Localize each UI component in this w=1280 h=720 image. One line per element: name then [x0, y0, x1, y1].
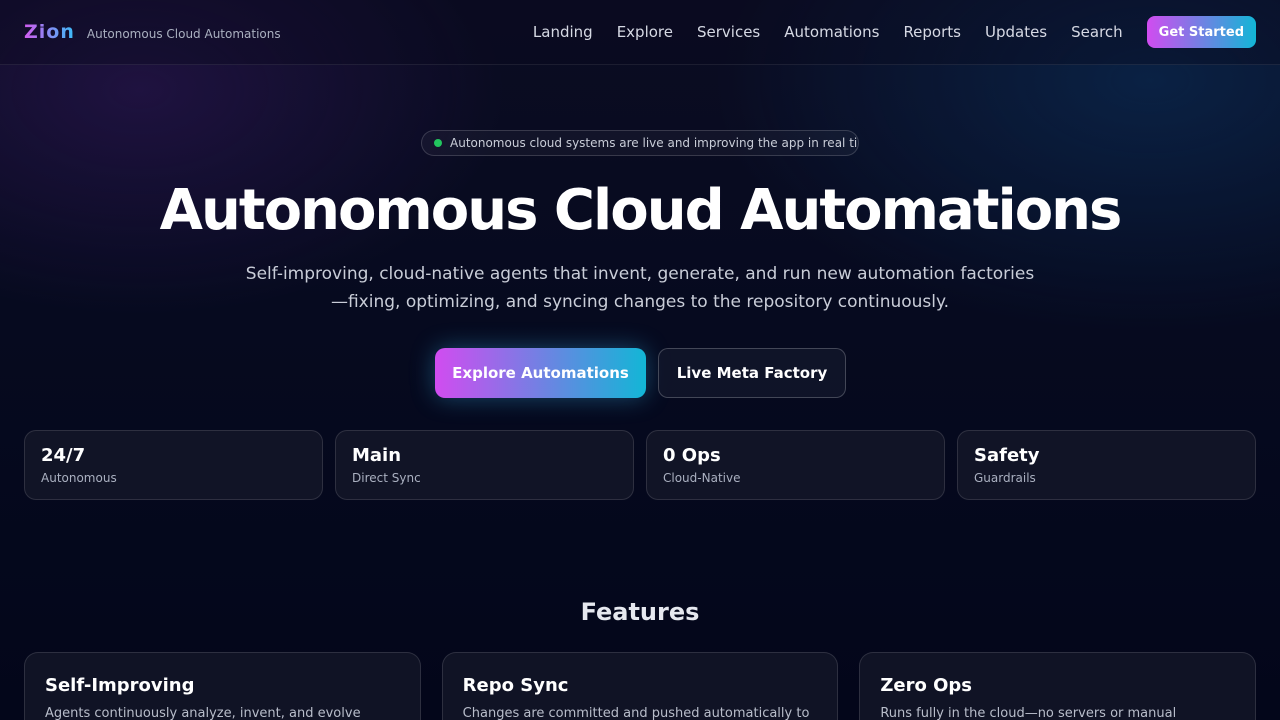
stat-card: 24/7 Autonomous	[24, 430, 323, 500]
top-navigation-bar: Zion Autonomous Cloud Automations Landin…	[0, 0, 1280, 65]
stat-label: Cloud-Native	[663, 471, 741, 485]
stat-card: 0 Ops Cloud-Native	[646, 430, 945, 500]
stat-value: 24/7	[41, 445, 86, 466]
live-status-text: Autonomous cloud systems are live and im…	[450, 136, 859, 150]
feature-description: Runs fully in the cloud—no servers or ma…	[880, 706, 1177, 720]
nav-link-services[interactable]: Services	[697, 23, 760, 41]
stat-label: Autonomous	[41, 471, 117, 485]
feature-title: Zero Ops	[880, 675, 973, 696]
nav-link-reports[interactable]: Reports	[903, 23, 961, 41]
live-meta-factory-button[interactable]: Live Meta Factory	[658, 348, 846, 398]
live-status-dot-icon	[434, 139, 442, 147]
feature-card: Zero Ops Runs fully in the cloud—no serv…	[859, 652, 1257, 720]
logo[interactable]: Zion	[24, 21, 75, 43]
explore-automations-button[interactable]: Explore Automations	[435, 348, 646, 398]
feature-title: Self-Improving	[45, 675, 195, 696]
feature-card: Repo Sync Changes are committed and push…	[441, 652, 839, 720]
feature-title: Repo Sync	[462, 675, 569, 696]
stat-value: Safety	[974, 445, 1040, 466]
nav-link-search[interactable]: Search	[1071, 23, 1123, 41]
feature-description: Changes are committed and pushed automat…	[462, 706, 810, 720]
stat-label: Guardrails	[974, 471, 1036, 485]
nav-link-explore[interactable]: Explore	[617, 23, 673, 41]
nav-link-automations[interactable]: Automations	[784, 23, 879, 41]
feature-card: Self-Improving Agents continuously analy…	[24, 652, 421, 720]
stats-row: 24/7 Autonomous Main Direct Sync 0 Ops C…	[24, 430, 1256, 500]
features-grid: Self-Improving Agents continuously analy…	[24, 652, 1257, 720]
nav-link-landing[interactable]: Landing	[533, 23, 593, 41]
nav-link-updates[interactable]: Updates	[985, 23, 1047, 41]
stat-label: Direct Sync	[352, 471, 421, 485]
hero-title: Autonomous Cloud Automations	[159, 178, 1123, 243]
stat-value: 0 Ops	[663, 445, 721, 466]
stat-card: Main Direct Sync	[335, 430, 634, 500]
live-status-badge: Autonomous cloud systems are live and im…	[421, 130, 859, 156]
feature-description: Agents continuously analyze, invent, and…	[45, 706, 361, 720]
stat-card: Safety Guardrails	[957, 430, 1256, 500]
brand-tagline: Autonomous Cloud Automations	[86, 27, 281, 41]
hero-subtitle: Self-improving, cloud-native agents that…	[245, 264, 1035, 312]
get-started-button[interactable]: Get Started	[1146, 16, 1256, 48]
stat-value: Main	[352, 445, 402, 466]
features-heading: Features	[580, 598, 700, 626]
brand: Zion Autonomous Cloud Automations	[24, 21, 281, 43]
main-nav: Landing Explore Services Automations Rep…	[509, 16, 1256, 48]
